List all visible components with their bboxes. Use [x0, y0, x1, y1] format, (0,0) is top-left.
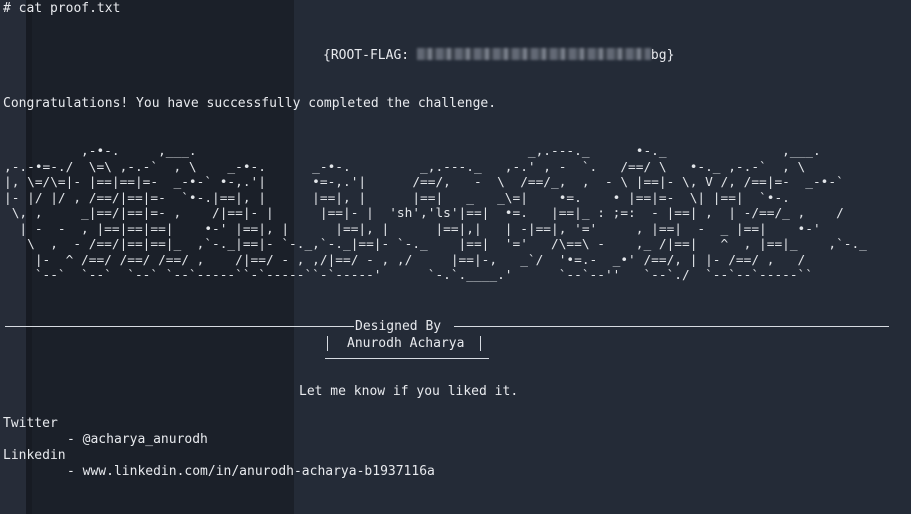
designed-by-label: Designed By [355, 319, 442, 334]
command-line: # cat proof.txt [3, 1, 121, 16]
ascii-art-banner: ,-•-. ,___. _,.---._ •-._ ,___. ,-.-•=-.… [4, 144, 867, 283]
linkedin-label: Linkedin [3, 448, 66, 463]
divider-line [5, 326, 354, 327]
congrats-message: Congratulations! You have successfully c… [3, 96, 497, 111]
author-name: Anurodh Acharya [347, 336, 465, 351]
flag-suffix: bg} [650, 48, 675, 63]
author-box-border [480, 336, 481, 351]
root-flag: {ROOT-FLAG: bg} [323, 48, 674, 64]
flag-prefix: {ROOT-FLAG: [323, 48, 417, 63]
feedback-message: Let me know if you liked it. [299, 384, 519, 399]
author-box-underline [325, 358, 489, 359]
divider-line [454, 326, 889, 327]
twitter-label: Twitter [3, 416, 58, 431]
redacted-flag [416, 48, 651, 60]
twitter-handle: - @acharya_anurodh [67, 432, 208, 447]
linkedin-url: - www.linkedin.com/in/anurodh-acharya-b1… [67, 464, 435, 479]
author-box-border [327, 336, 328, 351]
